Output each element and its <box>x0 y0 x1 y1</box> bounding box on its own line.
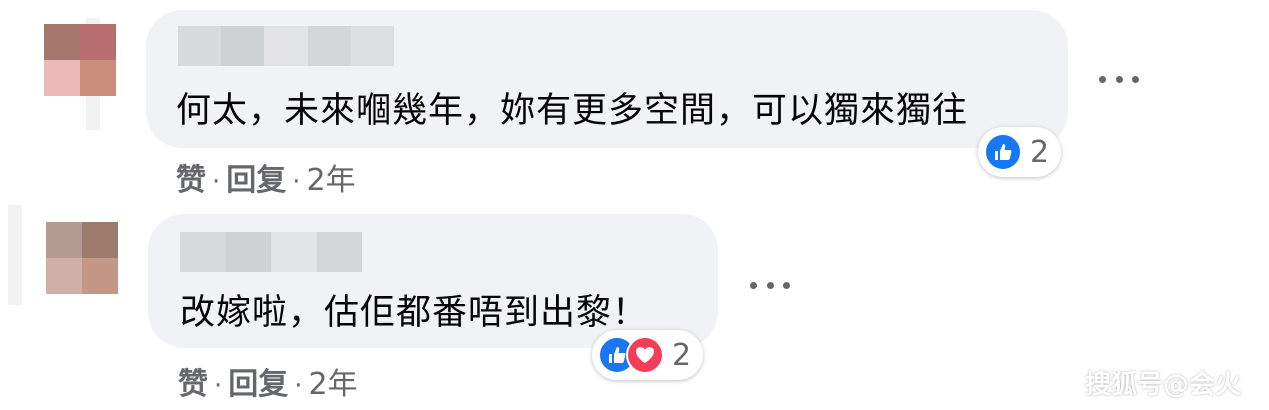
reaction-summary[interactable]: 2 <box>978 127 1062 177</box>
more-dot-icon <box>783 281 790 289</box>
comment-text: 改嫁啦，估佢都番唔到出黎！ <box>180 293 649 333</box>
separator: · <box>294 371 303 401</box>
reaction-summary[interactable]: 2 <box>592 330 704 380</box>
watermark: 搜狐号@会火 <box>1084 370 1241 400</box>
avatar[interactable] <box>46 222 118 294</box>
comment-actions: 赞 · 回复 · 2年 <box>178 359 358 403</box>
like-button[interactable]: 赞 <box>178 367 208 402</box>
avatar-edge <box>8 205 22 305</box>
avatar[interactable] <box>44 24 116 96</box>
timestamp[interactable]: 2年 <box>309 367 358 402</box>
more-dot-icon <box>1099 75 1106 83</box>
comment-text: 何太，未來嗰幾年，妳有更多空間，可以獨來獨往 <box>176 91 969 131</box>
separator: · <box>214 371 223 401</box>
reply-button[interactable]: 回复 <box>226 163 286 198</box>
like-button[interactable]: 赞 <box>176 163 206 198</box>
more-dot-icon <box>1132 75 1139 83</box>
more-dot-icon <box>766 281 774 289</box>
love-icon <box>626 336 664 374</box>
more-options-button[interactable] <box>750 273 790 297</box>
more-dot-icon <box>750 281 757 289</box>
separator: · <box>292 167 301 197</box>
reaction-count: 2 <box>1030 134 1050 170</box>
reaction-count: 2 <box>672 337 692 373</box>
like-icon <box>984 133 1022 171</box>
reply-button[interactable]: 回复 <box>228 367 288 402</box>
commenter-name[interactable] <box>178 26 395 66</box>
timestamp[interactable]: 2年 <box>307 163 356 198</box>
separator: · <box>212 167 221 197</box>
comment-actions: 赞 · 回复 · 2年 <box>176 155 356 199</box>
commenter-name[interactable] <box>180 232 362 272</box>
more-dot-icon <box>1115 75 1123 83</box>
more-options-button[interactable] <box>1099 67 1139 91</box>
